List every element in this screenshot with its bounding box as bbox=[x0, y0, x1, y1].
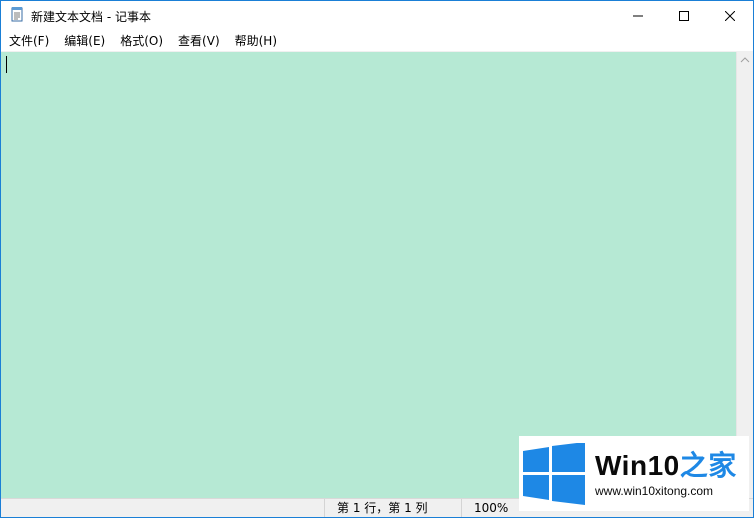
menu-edit[interactable]: 编辑(E) bbox=[56, 31, 112, 51]
notepad-icon bbox=[1, 6, 31, 26]
minimize-icon bbox=[633, 15, 643, 17]
brand-prefix: Win10 bbox=[595, 449, 680, 481]
menu-help[interactable]: 帮助(H) bbox=[227, 31, 284, 51]
zoom-level: 100% bbox=[461, 499, 516, 517]
menu-bar: 文件(F) 编辑(E) 格式(O) 查看(V) 帮助(H) bbox=[1, 31, 753, 52]
title-bar[interactable]: 新建文本文档 - 记事本 bbox=[1, 1, 753, 31]
cursor-position: 第 1 行，第 1 列 bbox=[324, 499, 461, 517]
menu-file[interactable]: 文件(F) bbox=[1, 31, 56, 51]
windows-logo-icon bbox=[523, 442, 585, 505]
text-caret bbox=[6, 56, 7, 73]
vertical-scrollbar[interactable] bbox=[736, 52, 753, 498]
brand-suffix: 之家 bbox=[679, 449, 737, 481]
maximize-icon bbox=[679, 11, 689, 21]
watermark-brand: Win10之家 bbox=[595, 450, 737, 482]
menu-view[interactable]: 查看(V) bbox=[170, 31, 227, 51]
close-icon bbox=[725, 11, 735, 21]
watermark-url: www.win10xitong.com bbox=[595, 483, 714, 498]
scroll-up-arrow-icon[interactable] bbox=[740, 56, 750, 64]
menu-format[interactable]: 格式(O) bbox=[112, 31, 170, 51]
close-button[interactable] bbox=[707, 1, 753, 31]
minimize-button[interactable] bbox=[615, 1, 661, 31]
maximize-button[interactable] bbox=[661, 1, 707, 31]
window-title: 新建文本文档 - 记事本 bbox=[31, 9, 151, 24]
watermark: Win10之家 www.win10xitong.com bbox=[519, 436, 749, 511]
text-editor[interactable] bbox=[1, 52, 736, 498]
window-controls bbox=[615, 1, 753, 31]
